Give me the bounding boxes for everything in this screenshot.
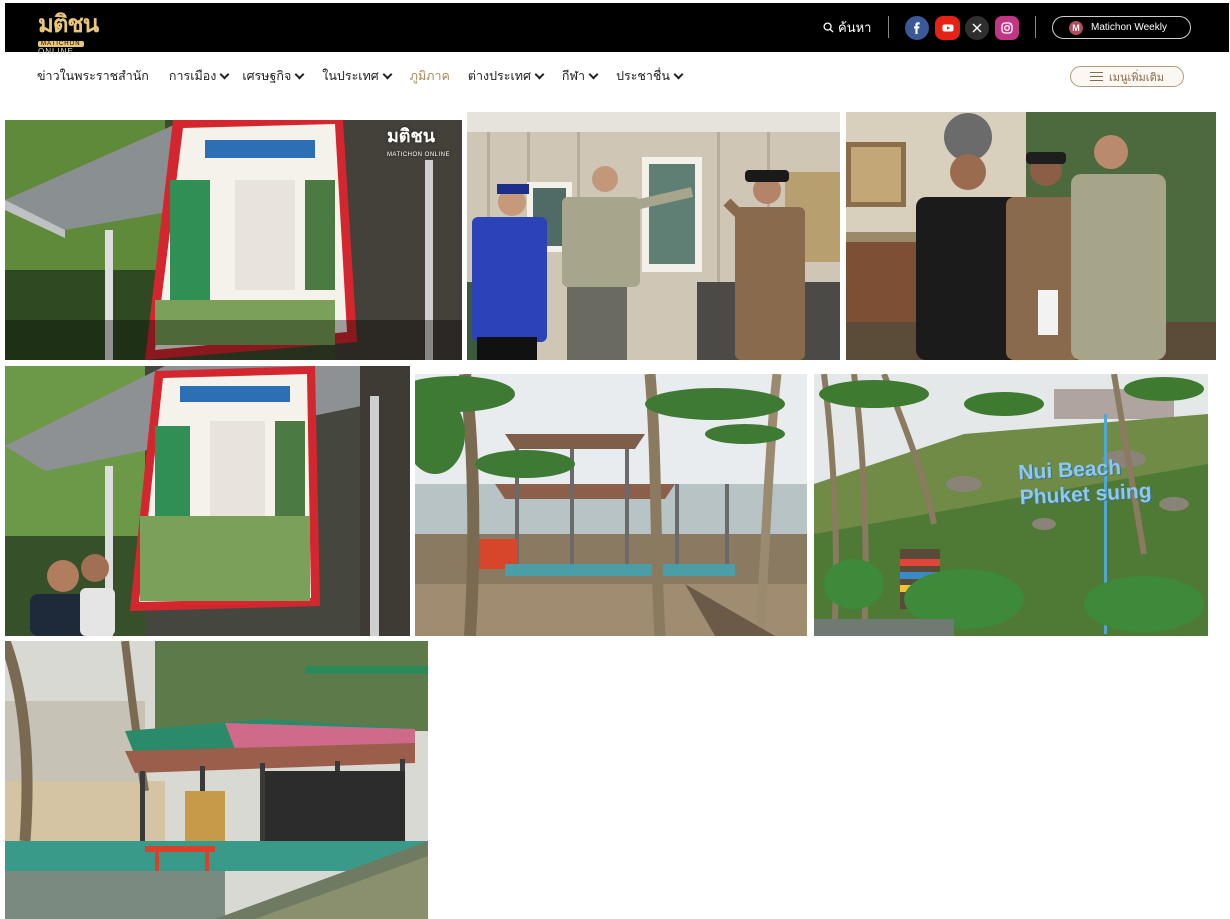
officials-pointing-image xyxy=(467,112,840,360)
nui-beach-sign-image xyxy=(814,374,1208,636)
site-logo[interactable]: มติชน MATICHONONLINE xyxy=(38,9,118,56)
nav-item-6[interactable]: ต่างประเทศ xyxy=(467,66,545,86)
gallery-photo-waterside-restaurant[interactable] xyxy=(5,641,428,919)
nav-item-5[interactable]: ภูมิภาค xyxy=(410,66,450,86)
divider xyxy=(888,16,889,38)
watermark-sub: MATICHON ONLINE xyxy=(386,152,450,158)
top-bar: มติชน MATICHONONLINE ค้นหา M Matichon We… xyxy=(5,3,1229,56)
facebook-button[interactable] xyxy=(905,16,929,40)
nav-item-label: ประชาชื่น xyxy=(616,68,670,83)
hamburger-icon xyxy=(1090,72,1104,81)
gallery-photo-signboard[interactable]: มติชน MATICHON ONLINE xyxy=(5,120,462,360)
signboard-men-image xyxy=(5,366,410,636)
nav-item-label: การเมือง xyxy=(168,68,217,83)
chevron-down-icon xyxy=(382,69,393,79)
three-officials-image xyxy=(846,112,1216,360)
logo-sub-text: ONLINE xyxy=(38,47,74,56)
nav-item-8[interactable]: ประชาชื่น xyxy=(616,66,684,86)
gallery-photo-officials-pointing[interactable] xyxy=(467,112,840,360)
chevron-down-icon xyxy=(534,69,545,79)
divider xyxy=(1035,16,1036,38)
logo-text: มติชน xyxy=(38,9,99,38)
beach-shelter-image xyxy=(415,374,807,636)
nav-item-label: กีฬา xyxy=(561,68,586,83)
nav-item-3[interactable]: เศรษฐกิจ xyxy=(242,66,305,86)
gallery-photo-beach-shelter[interactable] xyxy=(415,374,807,636)
nav-item-label: ภูมิภาค xyxy=(409,68,450,83)
x-icon xyxy=(972,23,982,33)
matichon-watermark: มติชน MATICHON ONLINE xyxy=(387,128,450,164)
chevron-down-icon xyxy=(673,69,684,79)
x-button[interactable] xyxy=(965,16,989,40)
instagram-icon xyxy=(1001,22,1013,34)
main-nav: ข่าวในพระราชสำนัก การเมือง เศรษฐกิจ ในประเท… xyxy=(37,66,684,86)
weekly-label: Matichon Weekly xyxy=(1091,22,1167,33)
nav-item-label: ในประเทศ xyxy=(322,68,379,83)
facebook-icon xyxy=(914,22,920,34)
nui-beach-sign-text: Nui Beach Phuket suing xyxy=(1018,454,1152,511)
nav-item-2[interactable]: การเมือง xyxy=(168,66,230,86)
search-button[interactable]: ค้นหา xyxy=(823,17,871,37)
gallery-photo-three-officials[interactable] xyxy=(846,112,1216,360)
watermark-text: มติชน xyxy=(386,126,436,147)
instagram-button[interactable] xyxy=(995,16,1019,40)
gallery-photo-nui-beach-sign[interactable]: Nui Beach Phuket suing xyxy=(814,374,1208,636)
weekly-logo-icon: M xyxy=(1069,20,1083,35)
nav-item-4[interactable]: ในประเทศ xyxy=(322,66,393,86)
nav-item-1[interactable]: ข่าวในพระราชสำนัก xyxy=(37,66,149,86)
more-menu-button[interactable]: เมนูเพิ่มเติม xyxy=(1070,66,1184,87)
more-menu-label: เมนูเพิ่มเติม xyxy=(1109,70,1164,84)
chevron-down-icon xyxy=(219,69,230,79)
nav-item-label: ต่างประเทศ xyxy=(467,68,531,83)
youtube-button[interactable] xyxy=(935,16,960,40)
matichon-weekly-button[interactable]: M Matichon Weekly xyxy=(1052,16,1191,39)
nav-item-7[interactable]: กีฬา xyxy=(561,66,599,86)
nav-item-label: ข่าวในพระราชสำนัก xyxy=(37,68,149,83)
waterside-restaurant-image xyxy=(5,641,428,919)
youtube-icon xyxy=(942,24,953,32)
gallery-photo-signboard-men[interactable] xyxy=(5,366,410,636)
chevron-down-icon xyxy=(294,69,305,79)
chevron-down-icon xyxy=(588,69,599,79)
logo-subtitle: MATICHONONLINE xyxy=(38,38,118,56)
search-label: ค้นหา xyxy=(838,20,872,36)
nav-item-label: เศรษฐกิจ xyxy=(242,68,292,83)
search-icon xyxy=(823,21,834,33)
